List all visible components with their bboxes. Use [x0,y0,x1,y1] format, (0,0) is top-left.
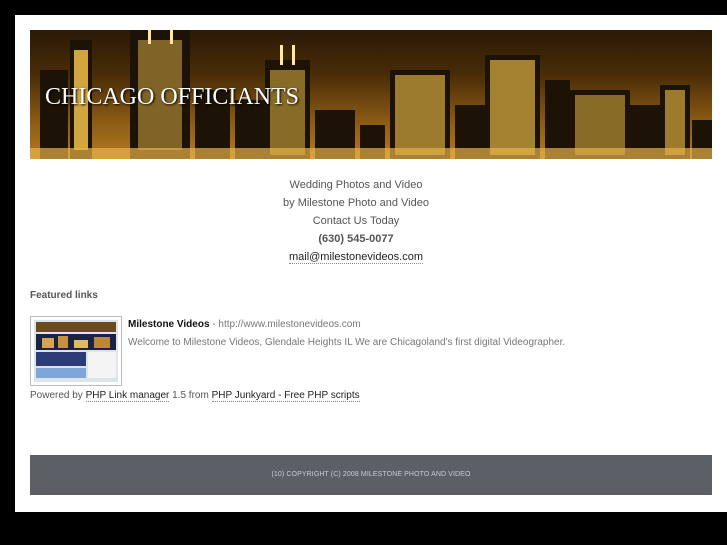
contact-heading: Contact Us Today [312,215,400,227]
powered-prefix: Powered by [30,390,83,401]
featured-entry-title: Milestone Videos - http://www.milestonev… [128,319,361,330]
tagline-line2: by Milestone Photo and Video [283,197,429,209]
powered-middle: 1.5 from [172,390,209,401]
featured-entry-url: http://www.milestonevideos.com [218,319,361,330]
featured-entry-description: Welcome to Milestone Videos, Glendale He… [128,337,566,348]
footer-bar: (10) COPYRIGHT (C) 2008 MILESTONE PHOTO … [30,455,712,495]
tagline-line1: Wedding Photos and Video [289,179,423,191]
header-banner: CHICAGO OFFICIANTS [30,30,712,159]
featured-links-heading: Featured links [30,290,98,301]
powered-by: Powered by PHP Link manager 1.5 from PHP… [30,390,360,402]
php-link-manager-link[interactable]: PHP Link manager [85,390,170,402]
site-thumbnail[interactable] [30,316,122,386]
email-link[interactable]: mail@milestonevideos.com [288,251,424,264]
phone-number: (630) 545-0077 [318,233,394,245]
php-junkyard-link[interactable]: PHP Junkyard - Free PHP scripts [211,390,360,402]
thumbnail-preview-image [36,322,116,378]
featured-entry-link[interactable]: Milestone Videos [128,319,210,330]
copyright-text: (10) COPYRIGHT (C) 2008 MILESTONE PHOTO … [271,471,471,478]
site-title: CHICAGO OFFICIANTS [45,84,300,110]
contact-info: Wedding Photos and Video by Milestone Ph… [15,176,697,266]
